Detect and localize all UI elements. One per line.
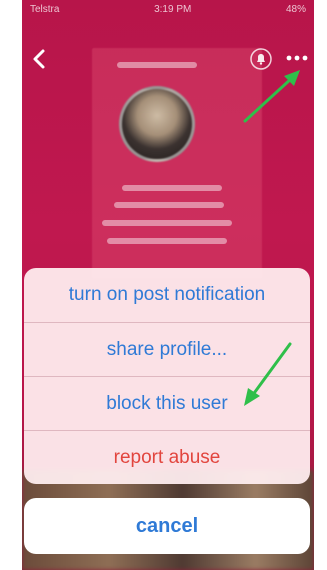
status-bar: Telstra 3:19 PM 48% <box>22 0 314 18</box>
bell-icon[interactable] <box>250 48 272 70</box>
battery-label: 48% <box>285 3 306 15</box>
more-horizontal-icon[interactable] <box>284 50 310 66</box>
profile-detail-blur <box>122 185 222 191</box>
profile-detail-blur <box>107 238 227 244</box>
profile-detail-blur <box>102 220 232 226</box>
share-profile-button[interactable]: share profile... <box>24 322 310 376</box>
phone-screen: Telstra 3:19 PM 48% turn on post notific… <box>22 0 314 570</box>
profile-detail-blur <box>114 202 224 208</box>
report-abuse-button[interactable]: report abuse <box>24 430 310 484</box>
action-sheet: turn on post notification share profile.… <box>24 268 310 484</box>
profile-avatar <box>119 86 195 162</box>
status-time: 3:19 PM <box>154 3 192 15</box>
chevron-left-icon[interactable] <box>30 48 48 70</box>
nav-bar <box>22 40 314 80</box>
block-user-button[interactable]: block this user <box>24 376 310 430</box>
turn-on-post-notification-button[interactable]: turn on post notification <box>24 268 310 322</box>
screenshot-frame: Telstra 3:19 PM 48% turn on post notific… <box>0 0 327 570</box>
carrier-label: Telstra <box>30 3 60 15</box>
cancel-button[interactable]: cancel <box>24 498 310 554</box>
